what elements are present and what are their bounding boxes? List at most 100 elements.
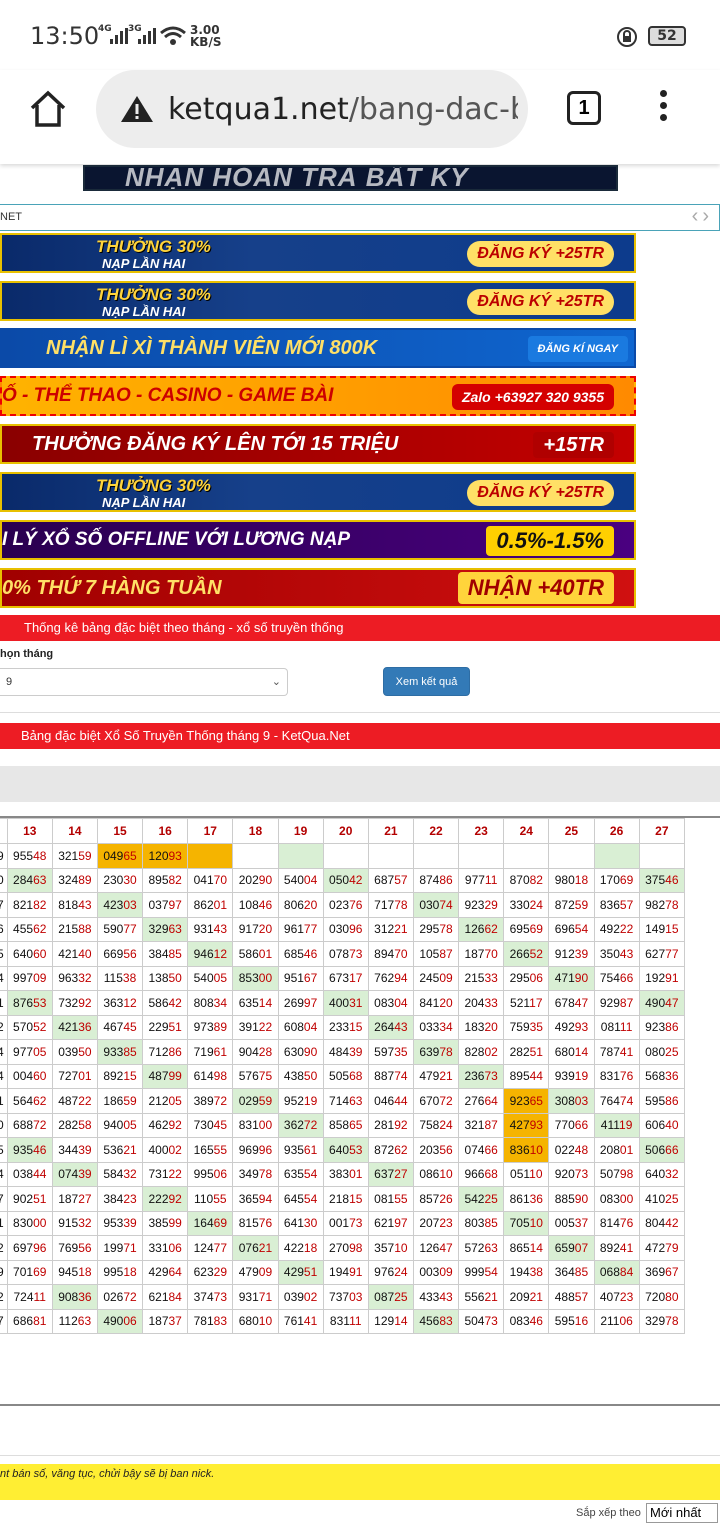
table-cell: 20801 (593, 1137, 640, 1163)
table-cell: 12647 (412, 1235, 460, 1261)
table-cell: 08155 (367, 1186, 414, 1212)
table-cell: 48799 (142, 1063, 189, 1089)
table-cell: 17069 (593, 867, 640, 893)
table-cell: 45562 (6, 916, 53, 942)
table-toolbar (0, 766, 720, 802)
table-cell: 62329 (187, 1259, 234, 1285)
column-header: 15 (96, 818, 144, 844)
month-select[interactable]: 9 ⌄ (0, 668, 288, 696)
column-header: 24 (503, 818, 550, 844)
table-cell: 85865 (322, 1112, 369, 1138)
table-cell: 87653 (6, 990, 53, 1016)
table-cell: 63554 (277, 1161, 324, 1187)
table-cell: 7 (0, 1186, 8, 1212)
table-cell: 43850 (277, 1063, 324, 1089)
table-cell (322, 843, 369, 869)
table-cell: 86201 (187, 892, 234, 918)
table-cell: 89544 (503, 1063, 550, 1089)
table-cell: 36594 (232, 1186, 279, 1212)
table-cell: 83610 (503, 1137, 550, 1163)
ad-banner[interactable]: Ố - THỂ THAO - CASINO - GAME BÀI Zalo +6… (0, 376, 636, 416)
table-cell: 4 (0, 1161, 8, 1187)
top-ad-banner[interactable]: NHẬN HOÀN TRẢ BẤT KỲ (83, 165, 618, 191)
table-cell: 93919 (548, 1063, 595, 1089)
table-cell: 05110 (503, 1161, 550, 1187)
table-cell: 50666 (638, 1137, 686, 1163)
table-cell: 26652 (503, 941, 550, 967)
table-cell: 67847 (548, 990, 595, 1016)
table-row: 4038440743958432731229950634978635543830… (0, 1161, 686, 1187)
table-header-row: 13 14 15 16 17 18 19 20 21 22 23 24 25 26 27 (0, 818, 686, 844)
table-cell: 70169 (6, 1259, 53, 1285)
table-cell: 42218 (277, 1235, 324, 1261)
table-cell: 48722 (51, 1088, 98, 1114)
home-icon[interactable] (29, 90, 67, 128)
table-cell: 89470 (367, 941, 414, 967)
table-row: 1876537329236312586428083463514269974003… (0, 990, 686, 1016)
table-cell: 28192 (367, 1112, 414, 1138)
table-cell: 2 (0, 1014, 8, 1040)
url-text[interactable]: ketqua1.net/bang-dac-bi (168, 92, 518, 127)
table-cell: 63514 (232, 990, 279, 1016)
table-cell: 46292 (142, 1112, 189, 1138)
table-cell: 99518 (96, 1259, 144, 1285)
ad-banner[interactable]: THƯỞNG 30% NẠP LẦN HAI ĐĂNG KÝ +25TR (0, 281, 636, 321)
ad-banner[interactable]: I LÝ XỔ SỐ OFFLINE VỚI LƯƠNG NẠP 0.5%-1.… (0, 520, 636, 560)
sort-select[interactable]: Mới nhất (646, 1503, 718, 1523)
table-cell: 89215 (96, 1063, 144, 1089)
table-cell: 64060 (6, 941, 53, 967)
table-cell: 80385 (458, 1210, 505, 1236)
table-cell: 08725 (367, 1284, 414, 1310)
table-cell: 24509 (412, 965, 460, 991)
column-header: 13 (6, 818, 53, 844)
table-cell: 93546 (6, 1137, 53, 1163)
table-cell: 90836 (51, 1284, 98, 1310)
table-cell: 73122 (142, 1161, 189, 1187)
table-cell: 53621 (96, 1137, 144, 1163)
table-cell: 22951 (142, 1014, 189, 1040)
table-cell: 63727 (367, 1161, 414, 1187)
table-cell: 50473 (458, 1308, 505, 1334)
table-cell: 56836 (638, 1063, 686, 1089)
table-row: 4004607270189215487996149857675438505056… (0, 1063, 686, 1089)
table-cell: 50798 (593, 1161, 640, 1187)
table-cell: 30803 (548, 1088, 595, 1114)
ad-banner[interactable]: NHẬN LÌ XÌ THÀNH VIÊN MỚI 800K ĐĂNG KÍ N… (0, 328, 636, 368)
table-cell: 70510 (503, 1210, 550, 1236)
table-cell: 03797 (142, 892, 189, 918)
table-cell: 48439 (322, 1039, 369, 1065)
more-options-icon[interactable] (656, 90, 670, 130)
results-table-wrapper[interactable]: 131415161718192021222324252627 995548321… (0, 816, 720, 1406)
ad-banner[interactable]: THƯỞNG 30% NẠP LẦN HAI ĐĂNG KÝ +25TR (0, 233, 636, 273)
table-cell: 23030 (96, 867, 144, 893)
ad-banner[interactable]: THƯỞNG 30% NẠP LẦN HAI ĐĂNG KÝ +25TR (0, 472, 636, 512)
table-cell: 57052 (6, 1014, 53, 1040)
table-cell: 75824 (412, 1112, 460, 1138)
table-cell: 19971 (96, 1235, 144, 1261)
table-cell (277, 843, 324, 869)
table-cell: 28251 (503, 1039, 550, 1065)
table-cell: 87082 (503, 867, 550, 893)
table-cell: 76294 (367, 965, 414, 991)
table-cell: 89241 (593, 1235, 640, 1261)
ticker-arrows-icon[interactable]: ‹› (692, 204, 713, 229)
ad-banner[interactable]: THƯỞNG ĐĂNG KÝ LÊN TỚI 15 TRIỆU +15TR (0, 424, 636, 464)
ad-banner[interactable]: 0% THỨ 7 HÀNG TUẦN NHẬN +40TR (0, 568, 636, 608)
table-cell: 11055 (187, 1186, 234, 1212)
table-cell: 22292 (142, 1186, 189, 1212)
view-results-button[interactable]: Xem kết quả (383, 667, 470, 696)
warning-icon[interactable] (120, 94, 154, 124)
table-cell (593, 843, 640, 869)
table-cell: 26443 (367, 1014, 414, 1040)
table-cell: 18737 (142, 1308, 189, 1334)
table-row: 5935463443953621400021655596996935616405… (0, 1137, 686, 1163)
column-header: 26 (593, 818, 640, 844)
tab-switcher-button[interactable]: 1 (567, 91, 601, 125)
table-cell: 32963 (142, 916, 189, 942)
table-cell: 33106 (142, 1235, 189, 1261)
table-cell: 42793 (503, 1112, 550, 1138)
column-header: 17 (187, 818, 234, 844)
table-cell: 03902 (277, 1284, 324, 1310)
table-cell: 12662 (458, 916, 505, 942)
column-header: 22 (412, 818, 460, 844)
